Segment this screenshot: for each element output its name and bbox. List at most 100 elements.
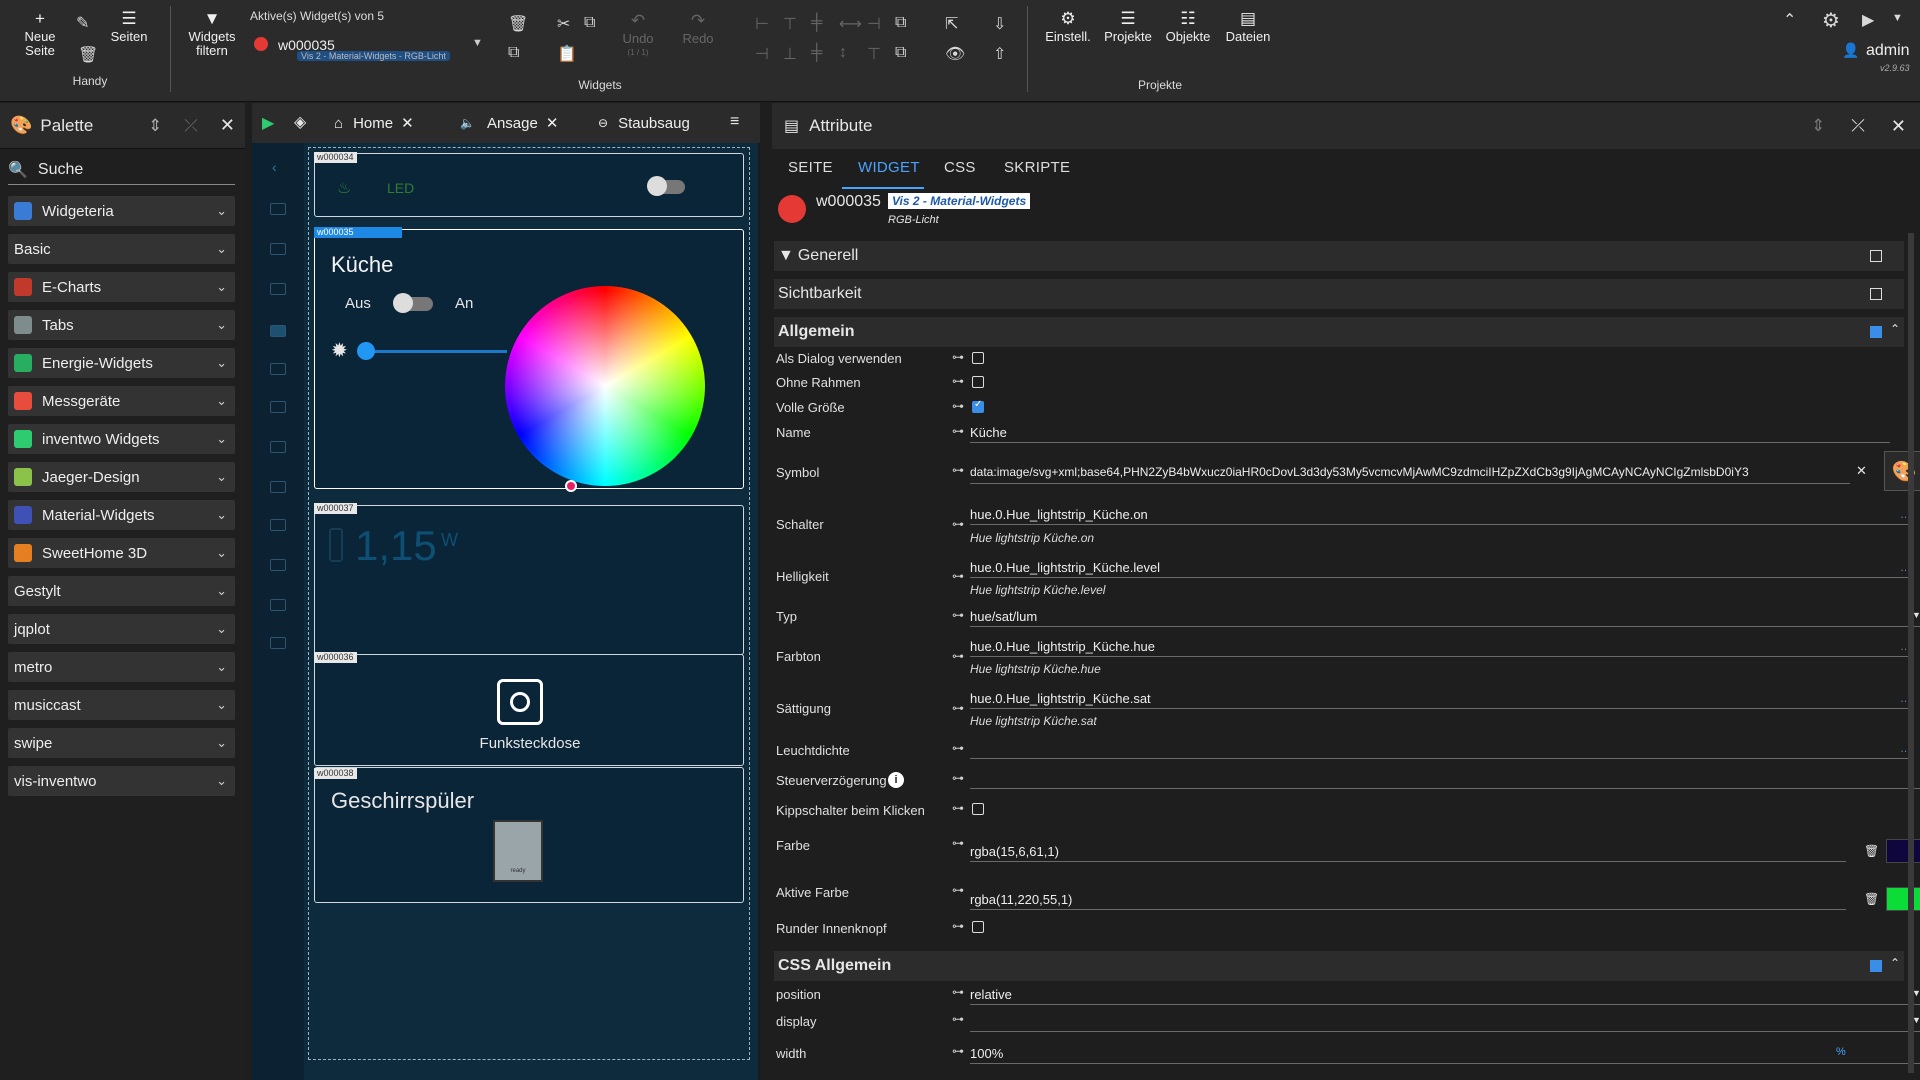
color-wheel[interactable]	[505, 286, 705, 486]
saturation-input[interactable]: hue.0.Hue_lightstrip_Küche.sat	[970, 691, 1151, 706]
chevron-down-icon[interactable]: ⌄	[216, 355, 227, 371]
palette-item[interactable]: Widgeteria ⌄	[8, 196, 235, 226]
section-checkbox[interactable]	[1870, 288, 1882, 300]
copy-icon[interactable]: ⧉	[508, 44, 519, 62]
palette-item[interactable]: jqplot ⌄	[8, 614, 235, 644]
close-icon[interactable]: ✕	[1891, 116, 1906, 137]
tab-css[interactable]: CSS	[944, 159, 976, 176]
distribute-v-icon[interactable]: ↕	[839, 44, 847, 62]
tab-skripte[interactable]: SKRIPTE	[1004, 159, 1070, 176]
chevron-down-icon[interactable]: ▼	[472, 37, 483, 49]
chevron-down-icon[interactable]: ⌄	[216, 431, 227, 447]
chevron-down-icon[interactable]: ⌄	[216, 621, 227, 637]
checkbox-full-size[interactable]	[972, 399, 984, 413]
bring-front-icon[interactable]: ⧉	[895, 14, 906, 32]
align-middle-icon[interactable]: ╪	[811, 44, 822, 62]
trash-icon[interactable]: 🗑	[1864, 892, 1879, 906]
link-icon[interactable]: ⊶	[952, 608, 964, 622]
palette-item[interactable]: vis-inventwo ⌄	[8, 766, 235, 796]
palette-item[interactable]: Gestylt ⌄	[8, 576, 235, 606]
music-icon[interactable]	[270, 363, 286, 375]
export-icon[interactable]: ⇧	[993, 44, 1006, 64]
light-icon[interactable]	[270, 441, 286, 453]
link-icon[interactable]: ⊶	[952, 649, 964, 663]
sort-icon[interactable]: ⇕	[148, 116, 162, 136]
section-checkbox[interactable]	[1870, 326, 1882, 338]
power-widget[interactable]: 1,15 W	[314, 505, 744, 655]
link-icon[interactable]: ⊶	[952, 985, 964, 999]
link-icon[interactable]: ⊶	[952, 771, 964, 785]
align-bottom-icon[interactable]: ⊥	[783, 44, 797, 64]
speaker-icon[interactable]	[270, 243, 286, 255]
collapse-icon[interactable]: ⤫	[184, 116, 198, 136]
trash-icon[interactable]: 🗑	[78, 45, 98, 65]
distribute-width-icon[interactable]: ⊣	[867, 14, 881, 34]
chevron-down-icon[interactable]: ⌄	[216, 545, 227, 561]
palette-item[interactable]: swipe ⌄	[8, 728, 235, 758]
checkbox-no-frame[interactable]	[972, 376, 984, 388]
layers-icon[interactable]: ◈	[294, 112, 306, 132]
link-icon[interactable]: ⊶	[952, 701, 964, 715]
door-icon[interactable]	[270, 519, 286, 531]
tab-home[interactable]: ⌂ Home ✕	[334, 103, 414, 143]
checkbox-dialog[interactable]	[972, 352, 984, 364]
link-icon[interactable]: ⊶	[952, 517, 964, 531]
align-center-icon[interactable]: ╪	[811, 14, 822, 32]
socket-widget[interactable]: Funksteckdose	[314, 654, 744, 766]
link-icon[interactable]: ⊶	[952, 350, 964, 364]
link-icon[interactable]: ⊶	[952, 374, 964, 388]
palette-item[interactable]: Jaeger-Design ⌄	[8, 462, 235, 492]
open-external-icon[interactable]: ⇱	[945, 14, 958, 34]
chevron-down-icon[interactable]: ⌄	[216, 583, 227, 599]
menu-icon[interactable]: ≡	[730, 113, 739, 131]
luminance-input[interactable]	[970, 758, 1910, 759]
clear-icon[interactable]: ✕	[1856, 463, 1867, 479]
width-input[interactable]: 100%	[970, 1046, 1003, 1061]
hue-input[interactable]: hue.0.Hue_lightstrip_Küche.hue	[970, 639, 1155, 654]
link-icon[interactable]: ⊶	[952, 1012, 964, 1026]
align-right-icon[interactable]: ⊣	[755, 44, 769, 64]
info-icon[interactable]	[270, 637, 286, 649]
color-input[interactable]: rgba(15,6,61,1)	[970, 844, 1059, 859]
chevron-down-icon[interactable]: ⌄	[216, 697, 227, 713]
chevron-down-icon[interactable]: ⌄	[216, 659, 227, 675]
import-icon[interactable]: ⇩	[993, 14, 1006, 34]
collapse-icon[interactable]: ⤫	[1851, 116, 1865, 136]
chevron-left-icon[interactable]: ‹	[272, 159, 277, 175]
brightness-slider[interactable]	[365, 350, 507, 353]
dishwasher-widget[interactable]: Geschirrspüler ready	[314, 767, 744, 903]
display-select[interactable]	[970, 1031, 1920, 1032]
pencil-icon[interactable]: ✎	[76, 13, 89, 33]
trash-icon[interactable]: 🗑	[1864, 844, 1879, 858]
checkbox-round-knob[interactable]	[972, 921, 984, 933]
icon-picker-button[interactable]: 🎨	[1884, 451, 1920, 491]
play-icon[interactable]: ▶	[1862, 10, 1874, 30]
close-icon[interactable]: ✕	[220, 115, 235, 136]
section-checkbox[interactable]	[1870, 250, 1882, 262]
theme-icon[interactable]: ⚙	[1822, 8, 1840, 33]
section-allgemein[interactable]: Allgemein ⌃	[774, 317, 1904, 347]
chevron-down-icon[interactable]: ⌄	[216, 241, 227, 257]
chevron-down-icon[interactable]: ▼	[1892, 12, 1903, 24]
palette-item[interactable]: musiccast ⌄	[8, 690, 235, 720]
tv-icon[interactable]	[270, 401, 286, 413]
link-icon[interactable]: ⊶	[952, 836, 964, 850]
info-icon[interactable]: i	[888, 772, 904, 788]
distribute-height-icon[interactable]: ⊤	[867, 44, 881, 64]
eye-icon[interactable]: 👁	[945, 44, 965, 64]
vacuum-icon[interactable]	[270, 283, 286, 295]
align-top-icon[interactable]: ⊤	[783, 14, 797, 34]
position-select[interactable]: relative	[970, 987, 1012, 1002]
led-widget[interactable]: ♨ LED	[314, 153, 744, 217]
name-input[interactable]: Küche	[970, 425, 1007, 440]
home-icon[interactable]	[270, 203, 286, 215]
run-icon[interactable]: ▶	[262, 113, 274, 133]
chevron-down-icon[interactable]: ⌄	[216, 469, 227, 485]
palette-item[interactable]: E-Charts ⌄	[8, 272, 235, 302]
chevron-down-icon[interactable]: ⌄	[216, 507, 227, 523]
link-icon[interactable]: ⊶	[952, 569, 964, 583]
link-icon[interactable]: ⊶	[952, 883, 964, 897]
kitchen-icon[interactable]	[270, 325, 286, 337]
settings-button[interactable]: ⚙ Einstell.	[1042, 10, 1094, 44]
duplicate-icon[interactable]: ⧉	[584, 14, 595, 32]
